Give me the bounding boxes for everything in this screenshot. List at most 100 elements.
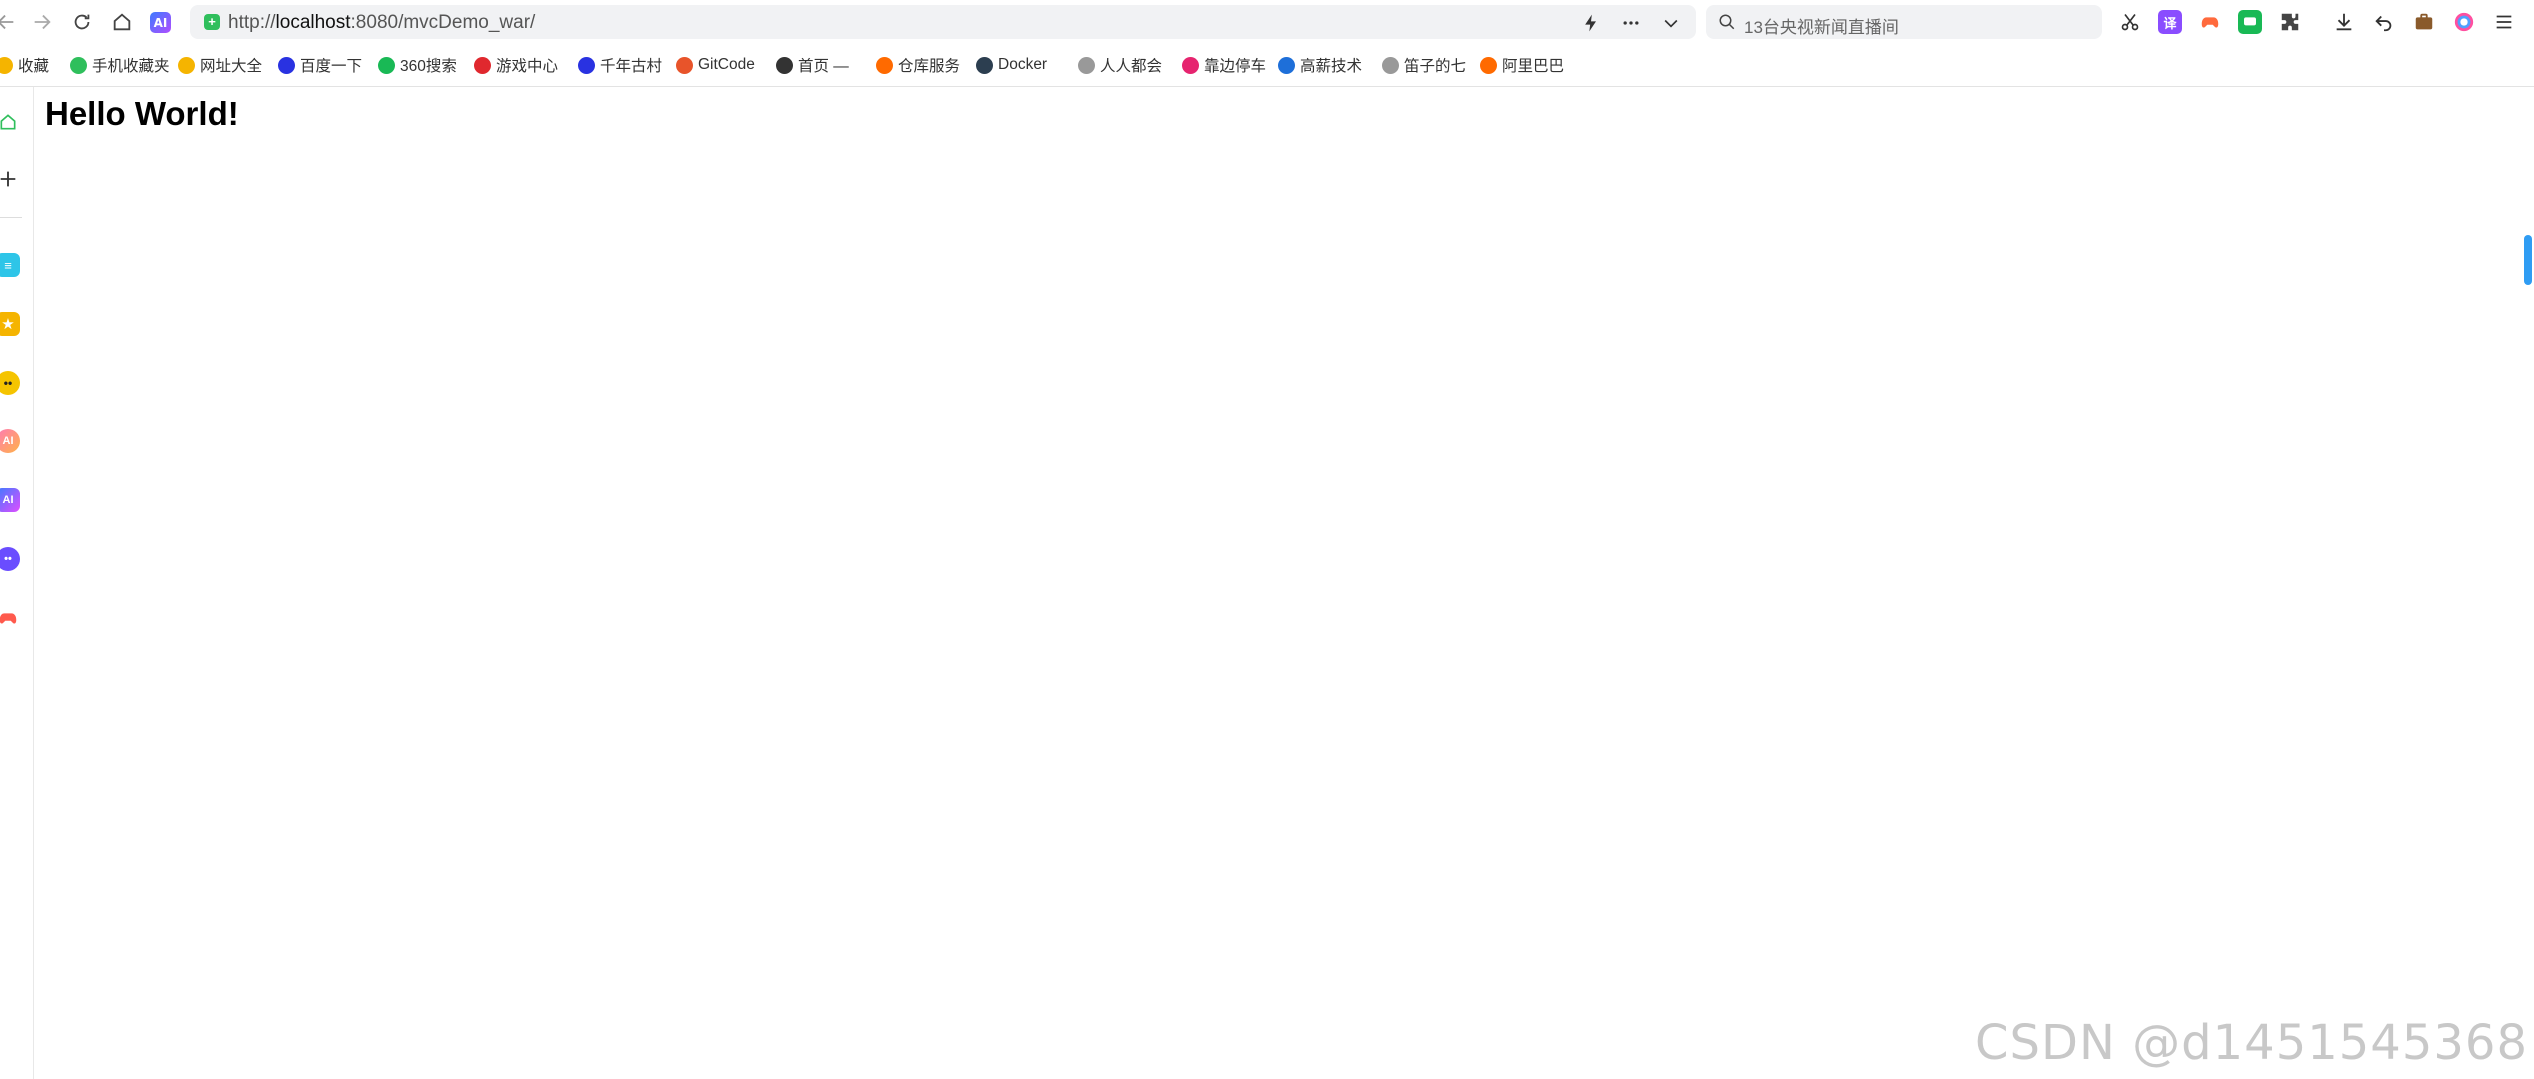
- bookmark-item[interactable]: GitCode: [676, 54, 755, 76]
- secure-shield-icon: +: [204, 14, 220, 30]
- globe-icon: [178, 56, 195, 74]
- game-extension[interactable]: [2198, 10, 2222, 34]
- bookmark-item[interactable]: 仓库服务: [876, 54, 960, 76]
- side-scroll-handle[interactable]: [2524, 235, 2532, 285]
- hamburger-menu-icon: [2496, 15, 2512, 29]
- globe-icon: [1382, 56, 1399, 74]
- search-placeholder: 13台央视新闻直播间: [1744, 18, 1899, 37]
- bookmark-item[interactable]: 游戏中心: [474, 54, 558, 76]
- document-app-icon: ≡: [4, 257, 12, 273]
- translate-extension[interactable]: 译: [2158, 10, 2182, 34]
- bookmark-label: 手机收藏夹: [92, 58, 170, 75]
- sidebar-home[interactable]: [0, 110, 20, 134]
- url-text[interactable]: http://localhost:8080/mvcDemo_war/: [228, 12, 535, 34]
- star-icon: [0, 56, 13, 74]
- more-options-button[interactable]: [1620, 12, 1642, 34]
- bookmark-label: Docker: [998, 56, 1048, 73]
- screenshot-tool-button[interactable]: [2118, 10, 2142, 34]
- sidebar-app-7[interactable]: [0, 606, 20, 630]
- bookmark-label: 靠边停车: [1204, 58, 1266, 75]
- undo-close-tab-button[interactable]: [2372, 10, 2396, 34]
- ai-assistant-button[interactable]: AI: [150, 12, 171, 33]
- wechat-extension[interactable]: [2238, 10, 2262, 34]
- reload-icon: [74, 14, 90, 30]
- url-path: :8080/mvcDemo_war/: [350, 12, 536, 33]
- address-bar[interactable]: + http://localhost:8080/mvcDemo_war/: [190, 5, 1696, 39]
- globe-icon: [1078, 56, 1095, 74]
- aliyun-icon: [1480, 56, 1497, 74]
- forward-button[interactable]: [28, 8, 56, 36]
- bookmark-item[interactable]: 首页 —: [776, 54, 849, 76]
- docker-icon: [976, 56, 993, 74]
- search-icon: [1719, 14, 1735, 30]
- sidebar-app-2[interactable]: ★: [0, 312, 20, 336]
- bookmark-label: 千年古村: [600, 58, 663, 75]
- home-icon: [113, 13, 131, 31]
- star-app-icon: ★: [1, 316, 15, 333]
- left-sidebar: ≡ ★ •• AI AI ••: [0, 87, 34, 1079]
- bookmark-label: 网址大全: [200, 58, 263, 75]
- bookmark-item[interactable]: 百度一下: [278, 54, 362, 76]
- bookmark-item[interactable]: 收藏: [0, 54, 49, 76]
- search-360-icon: [378, 56, 395, 74]
- browser-toolbar: AI + http://localhost:8080/mvcDemo_war/ …: [0, 0, 2534, 44]
- chat-bot-icon: ••: [3, 376, 13, 390]
- bookmarks-bar: 收藏 手机收藏夹 网址大全 百度一下 360搜索 游戏中心 千年古村 GitCode 首页 — 仓…: [0, 50, 2534, 80]
- sidebar-add[interactable]: [0, 167, 20, 191]
- url-dropdown-button[interactable]: [1660, 12, 1682, 34]
- bookmark-item[interactable]: 靠边停车: [1182, 54, 1266, 76]
- speed-mode-button[interactable]: [1580, 12, 1602, 34]
- menu-button[interactable]: [2492, 10, 2516, 34]
- sidebar-app-3[interactable]: ••: [0, 371, 20, 395]
- bookmark-label: 仓库服务: [898, 58, 961, 75]
- github-icon: [776, 56, 793, 74]
- bookmark-item[interactable]: 网址大全: [178, 54, 262, 76]
- bookmark-item[interactable]: 千年古村: [578, 54, 662, 76]
- puzzle-icon: [2281, 13, 2299, 31]
- bookmark-item[interactable]: 笛子的七: [1382, 54, 1466, 76]
- toolbar-divider: [0, 86, 2534, 87]
- forward-arrow-icon: [34, 14, 51, 30]
- chat-icon: [2244, 17, 2256, 26]
- baidu-icon: [278, 56, 295, 74]
- plus-icon: [0, 171, 16, 187]
- colorful-circle-icon: [2454, 12, 2474, 32]
- edge-icon: [1278, 56, 1295, 74]
- bookmark-label: 阿里巴巴: [1502, 58, 1565, 75]
- csdn-watermark: CSDN @d1451545368: [1975, 1015, 2528, 1071]
- bookmark-label: 人人都会: [1100, 58, 1163, 75]
- bookmark-label: 360搜索: [400, 58, 457, 75]
- translate-icon: 译: [2163, 15, 2177, 31]
- robot-icon: ••: [4, 553, 12, 565]
- scissors-icon: [2121, 13, 2139, 31]
- sidebar-app-5[interactable]: AI: [0, 488, 20, 512]
- sidebar-app-1[interactable]: ≡: [0, 253, 20, 277]
- downloads-button[interactable]: [2332, 10, 2356, 34]
- bookmark-label: 百度一下: [300, 58, 363, 75]
- bookmark-item[interactable]: 人人都会: [1078, 54, 1162, 76]
- ai-app-icon: AI: [2, 435, 14, 447]
- briefcase-icon: [2415, 13, 2433, 30]
- gitcode-icon: [676, 56, 693, 74]
- lightning-icon: [1585, 14, 1596, 32]
- bookmark-label: 收藏: [18, 58, 50, 75]
- bookmark-item[interactable]: Docker: [976, 54, 1047, 76]
- page-heading: Hello World!: [45, 95, 239, 132]
- bookmark-item[interactable]: 360搜索: [378, 54, 457, 76]
- bookmark-label: GitCode: [698, 56, 755, 73]
- bookmark-item[interactable]: 高薪技术: [1278, 54, 1362, 76]
- ai-chat-icon: AI: [2, 494, 14, 506]
- more-dots-icon: [1623, 21, 1639, 25]
- reload-button[interactable]: [68, 8, 96, 36]
- bookmark-item[interactable]: 阿里巴巴: [1480, 54, 1564, 76]
- home-button[interactable]: [108, 8, 136, 36]
- sidebar-app-4[interactable]: AI: [0, 429, 20, 453]
- bookmark-item[interactable]: 手机收藏夹: [70, 54, 170, 76]
- extensions-button[interactable]: [2278, 10, 2302, 34]
- account-button[interactable]: [2452, 10, 2476, 34]
- toolbox-button[interactable]: [2412, 10, 2436, 34]
- back-button[interactable]: [0, 8, 20, 36]
- search-bar[interactable]: 13台央视新闻直播间: [1706, 5, 2102, 39]
- game-icon: [474, 56, 491, 74]
- sidebar-app-6[interactable]: ••: [0, 547, 20, 571]
